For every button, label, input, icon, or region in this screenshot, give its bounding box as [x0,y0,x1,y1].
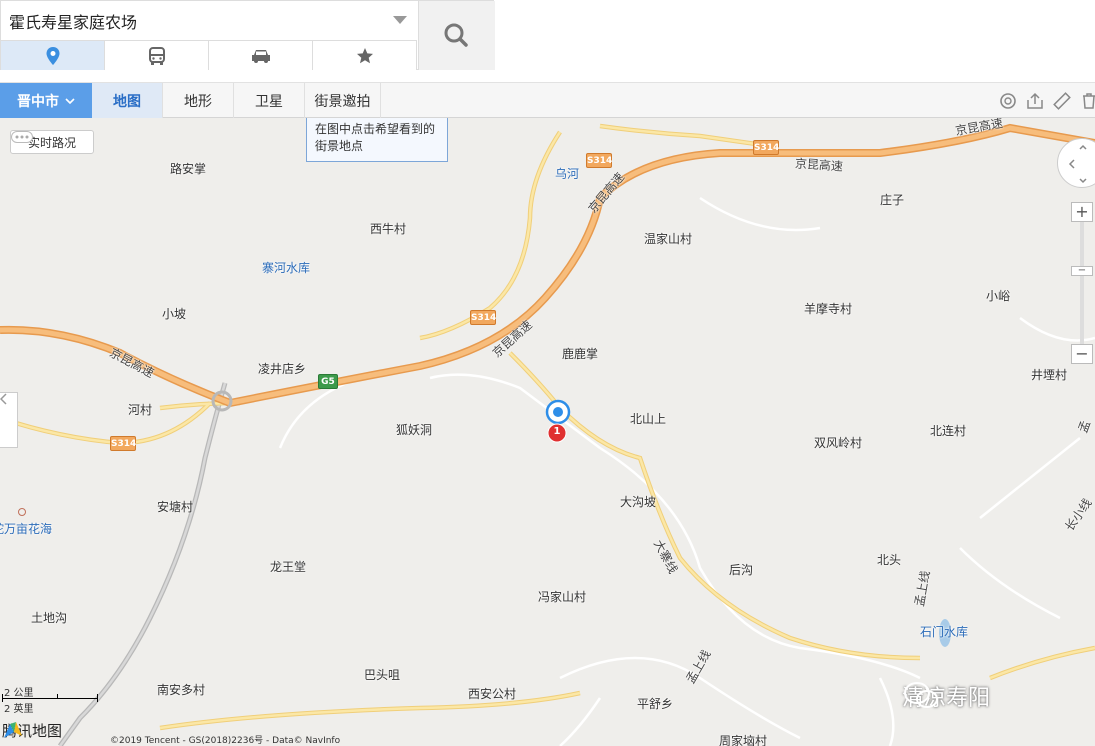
chevron-left-icon [0,393,7,405]
place-label: 路安掌 [170,162,207,176]
map-canvas[interactable]: S314 S314 S314 S314 G5 京昆高速 京昆高速 京昆高速 京昆… [0,118,1095,746]
star-icon [356,47,373,63]
place-label: 大沟坡 [620,495,657,509]
traffic-label: 实时路况 [27,135,76,150]
share-icon[interactable] [1025,91,1045,111]
place-label: 平舒乡 [637,697,674,711]
copyright-text: ©2019 Tencent - GS(2018)2236号 - Data© Na… [110,736,341,746]
map-toolbar: 晋中市 地图 地形 卫星 街景邀拍 [0,82,1095,118]
place-label: 庄子 [880,193,905,207]
place-label: 北山上 [630,412,667,426]
tooltip-line: 街景地点 [315,139,364,153]
place-label: 南安多村 [157,683,206,697]
place-label: 河村 [128,403,153,417]
road-shield: S314 [753,140,779,155]
place-label: 土地沟 [31,611,68,625]
map-scale: 2 公里 2 英里 [2,684,102,715]
streetview-tooltip: 在图中点击希望看到的 街景地点 [306,118,448,162]
zoom-slider-handle[interactable]: − [1071,266,1093,276]
place-label: 后沟 [729,563,754,577]
road-shield: S314 [470,310,496,325]
dropdown-arrow-icon[interactable] [393,16,407,24]
tab-car[interactable] [209,41,313,70]
city-label: 晋中市 [17,93,59,110]
place-label: 龙王堂 [270,560,307,574]
wechat-watermark: 清凉寿阳 [902,680,990,712]
place-label: 寨河水库 [262,261,311,275]
trash-icon[interactable] [1079,91,1095,111]
place-label: 蛇万亩花海 [0,522,53,536]
zoom-control: + − − [1071,202,1093,368]
location-pin-icon [46,46,59,65]
place-label: 井堙村 [1031,368,1068,382]
place-label: 北连村 [930,424,967,438]
place-label: 北头 [877,553,902,567]
ruler-icon[interactable] [1052,91,1072,111]
place-label: 小峪 [986,289,1011,303]
search-icon [444,23,468,47]
place-label: 周家垴村 [719,734,768,746]
place-label: 凌井店乡 [258,362,307,376]
wechat-icon [904,682,938,708]
scale-km: 2 公里 [4,688,34,699]
streetview-icon[interactable] [998,91,1018,111]
pan-control[interactable] [1057,138,1095,188]
road-shield: S314 [110,436,136,451]
search-input[interactable] [1,1,417,41]
tab-location[interactable] [1,41,105,70]
city-selector[interactable]: 晋中市 [0,83,92,118]
tab-bus[interactable] [105,41,209,70]
place-label: 鹿鹿掌 [562,347,599,361]
place-label: 双风岭村 [814,436,863,450]
tencent-map-logo-icon [4,722,22,738]
place-label: 狐妖洞 [396,423,433,437]
road-label: 京昆高速 [794,156,844,174]
chevron-down-icon [65,97,75,104]
marker-number: 1 [553,426,561,437]
tab-terrain[interactable]: 地形 [163,83,234,118]
place-label: 安塘村 [157,500,194,514]
tab-streetview-invite[interactable]: 街景邀拍 [305,83,381,118]
traffic-icon [11,131,33,143]
tab-satellite[interactable]: 卫星 [234,83,305,118]
place-label: 冯家山村 [538,590,587,604]
place-label: 巴头咀 [364,668,401,682]
tab-map[interactable]: 地图 [92,83,163,118]
search-panel [0,0,495,70]
tooltip-line: 在图中点击希望看到的 [315,122,436,136]
poi-dot-icon [18,508,26,516]
realtime-traffic-button[interactable]: 实时路况 [10,130,94,154]
place-label: 石门水库 [920,625,969,639]
panel-collapse-button[interactable] [0,392,18,448]
pan-arrows-icon [1068,144,1087,184]
tab-favorites[interactable] [313,41,417,70]
place-label: 羊摩寺村 [804,302,853,316]
location-marker-icon[interactable] [540,398,580,444]
bus-icon [148,46,165,65]
road-shield: S314 [586,153,612,168]
zoom-slider-track[interactable] [1080,222,1084,352]
place-label: 小坡 [162,307,187,321]
place-label: 乌河 [555,167,580,181]
place-label: 西牛村 [370,222,407,236]
tencent-map-logo[interactable]: 腾讯地图 [2,720,62,741]
car-icon [251,49,270,63]
place-label: 西安公村 [468,687,517,701]
search-button[interactable] [418,1,495,70]
road-shield: G5 [318,374,338,389]
scale-mi: 2 英里 [4,704,34,715]
place-label: 温家山村 [644,232,693,246]
zoom-in-button[interactable]: + [1071,202,1093,222]
zoom-out-button[interactable]: − [1071,344,1093,364]
